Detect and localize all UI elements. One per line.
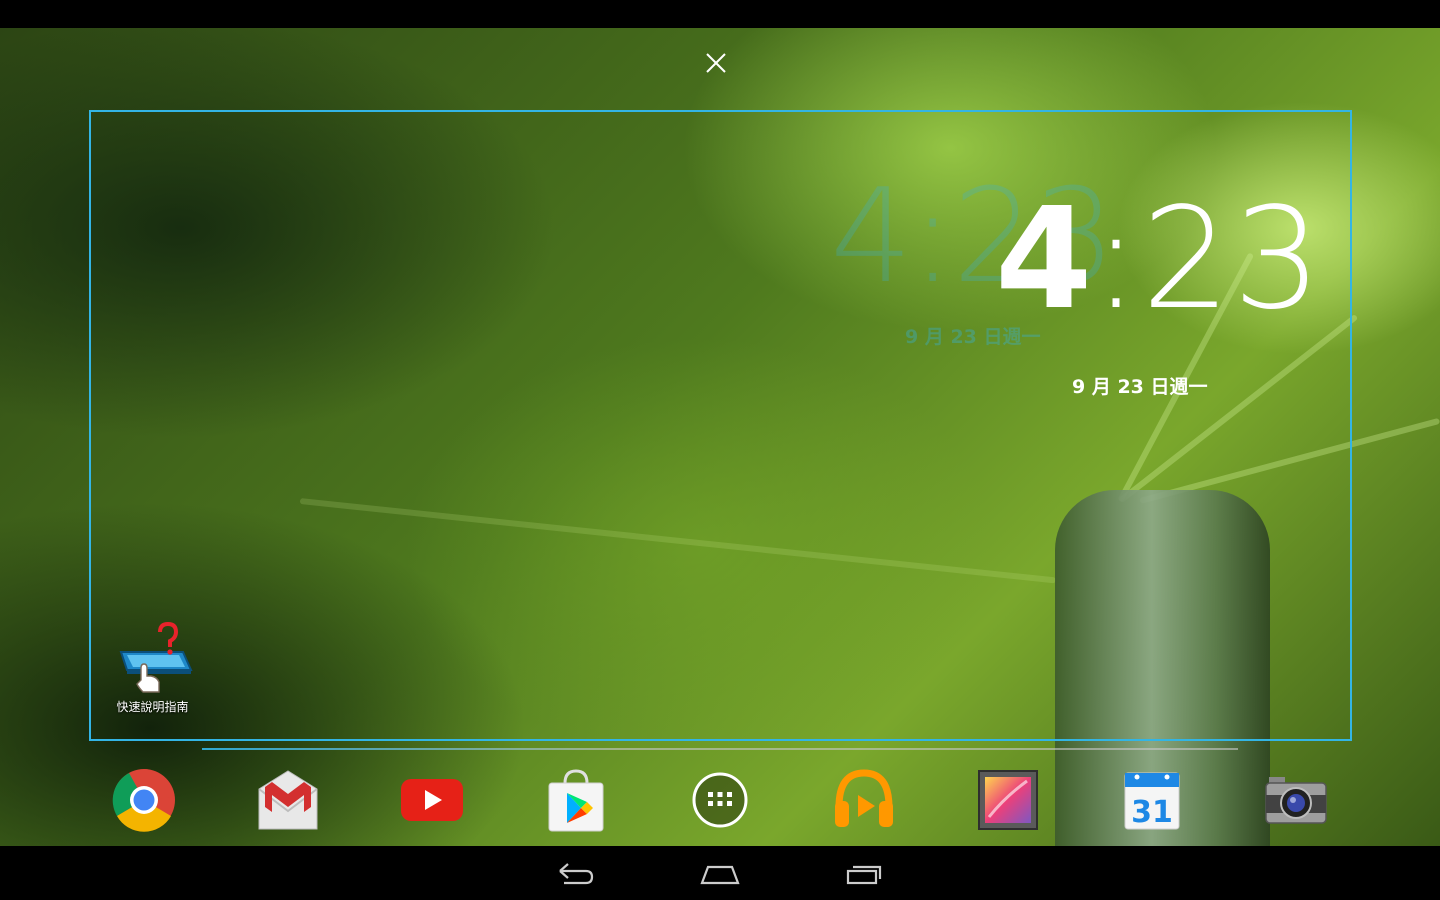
youtube-app[interactable] [394,762,470,838]
calendar-day: 31 [1131,795,1173,830]
clock-date: 9 月 23 日週一 [1072,376,1208,398]
chrome-app[interactable] [106,762,182,838]
camera-icon [1265,777,1327,824]
status-bar [0,0,1440,28]
clock-hour: 4 [995,178,1093,341]
calendar-app[interactable]: 31 [1114,762,1190,838]
leaf-vein [299,498,1057,584]
navigation-bar [0,846,1440,900]
app-drawer-icon [692,772,748,828]
home-button[interactable] [690,856,750,890]
all-apps-button[interactable] [682,762,758,838]
gallery-icon [978,770,1038,830]
recent-apps-button[interactable] [834,856,894,890]
clock-time: 4 :23 [995,190,1324,330]
gallery-app[interactable] [970,762,1046,838]
play-store-app[interactable] [538,762,614,838]
play-music-icon [835,769,893,827]
camera-app[interactable] [1258,762,1334,838]
quick-guide-icon [113,621,193,694]
close-button[interactable] [700,47,732,79]
back-icon [559,863,594,885]
dock-divider [202,748,1238,750]
clock-minutes: :23 [1092,178,1324,341]
play-store-icon [548,769,604,832]
dock: 31 [0,762,1440,842]
play-music-app[interactable] [826,762,902,838]
gmail-app[interactable] [250,762,326,838]
wallpaper [0,28,1440,846]
close-icon [706,53,726,73]
clock-widget[interactable]: 4 :23 [995,190,1324,330]
home-icon [700,865,740,885]
gmail-icon [258,770,318,830]
calendar-icon: 31 [1124,772,1180,830]
quick-guide-label: 快速說明指南 [116,700,189,714]
quick-guide-shortcut[interactable]: 快速說明指南 [105,621,200,715]
youtube-icon [401,779,463,821]
back-button[interactable] [546,856,606,890]
recent-apps-icon [846,865,882,885]
chrome-icon [112,769,175,832]
